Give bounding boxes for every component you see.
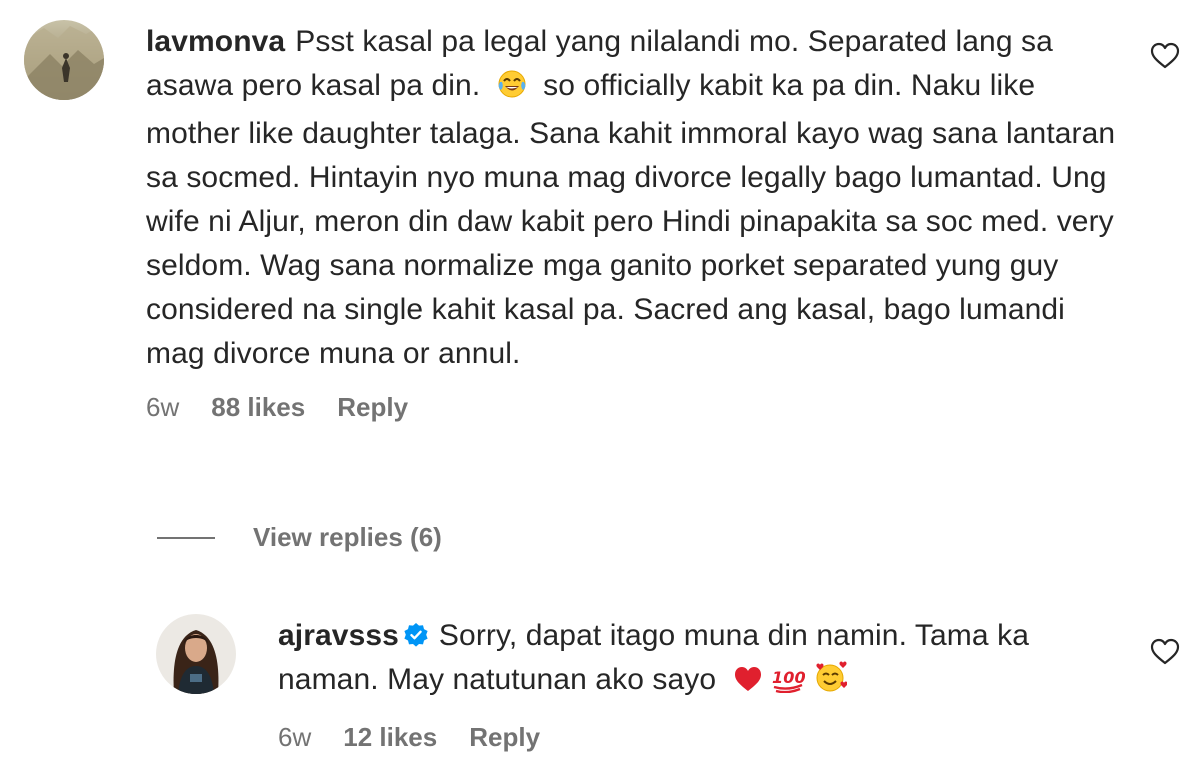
hundred-points-icon: 100 xyxy=(771,662,805,706)
comment-text: lavmonva Psst kasal pa legal yang nilalan… xyxy=(146,20,1124,376)
divider-line xyxy=(157,536,215,539)
reply-comment: ajravsss Sorry, dapat itago muna din nam… xyxy=(156,614,1184,753)
username[interactable]: ajravsss xyxy=(278,619,399,652)
likes-count[interactable]: 88 likes xyxy=(211,392,305,423)
avatar-image xyxy=(24,20,104,100)
view-replies-button[interactable]: View replies (6) xyxy=(157,522,442,553)
red-heart-icon xyxy=(733,662,763,706)
comment-meta: 6w 12 likes Reply xyxy=(278,722,1124,753)
comment-meta: 6w 88 likes Reply xyxy=(146,392,1124,423)
smiling-face-with-hearts-icon xyxy=(813,661,848,706)
avatar-image xyxy=(156,614,236,694)
like-heart-icon[interactable] xyxy=(1150,638,1180,666)
likes-count[interactable]: 12 likes xyxy=(343,722,437,753)
comment-text: ajravsss Sorry, dapat itago muna din nam… xyxy=(278,614,1124,706)
avatar[interactable] xyxy=(156,614,236,694)
verified-badge-icon xyxy=(403,617,429,647)
comment: lavmonva Psst kasal pa legal yang nilalan… xyxy=(24,20,1184,423)
timestamp: 6w xyxy=(278,722,312,752)
reply-button[interactable]: Reply xyxy=(337,392,408,423)
comment-body: ajravsss Sorry, dapat itago muna din nam… xyxy=(278,614,1124,753)
svg-text:100: 100 xyxy=(772,668,805,687)
face-with-tears-of-joy-icon xyxy=(497,68,527,112)
avatar[interactable] xyxy=(24,20,104,100)
comment-body: lavmonva Psst kasal pa legal yang nilalan… xyxy=(146,20,1124,423)
comment-text-part: so officially kabit ka pa din. Naku like… xyxy=(146,69,1116,370)
reply-button[interactable]: Reply xyxy=(469,722,540,753)
view-replies-label: View replies (6) xyxy=(253,522,442,552)
username[interactable]: lavmonva xyxy=(146,25,285,58)
like-heart-icon[interactable] xyxy=(1150,42,1180,70)
timestamp: 6w xyxy=(146,392,180,422)
